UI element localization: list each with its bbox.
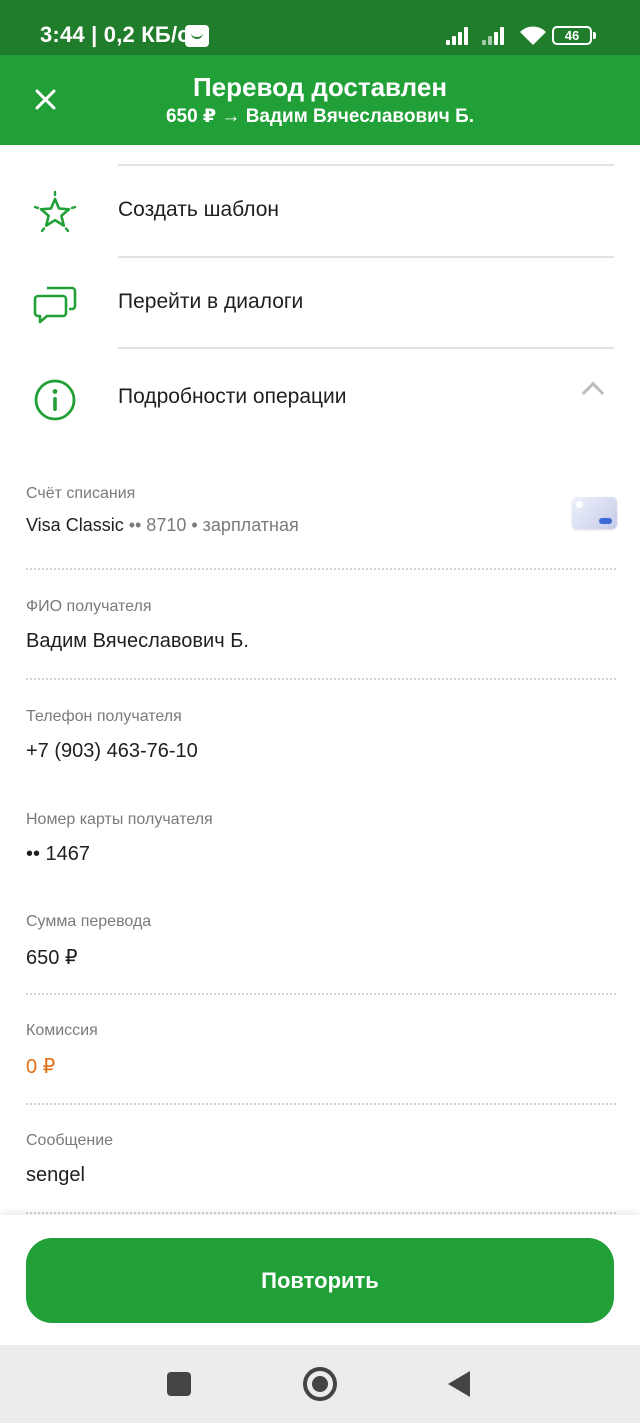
page-subtitle: 650 ₽ → Вадим Вячеславович Б.: [165, 106, 475, 127]
debit-account: Счёт списания Visa Classic •• 8710 • зар…: [26, 485, 616, 536]
repeat-button[interactable]: Повторить: [26, 1238, 614, 1323]
back-icon[interactable]: [448, 1371, 470, 1397]
transfer-amount: Сумма перевода 650 ₽: [26, 913, 616, 970]
action-label: Перейти в диалоги: [118, 290, 304, 313]
message: Сообщение sengel: [26, 1132, 616, 1187]
close-icon[interactable]: [25, 79, 67, 121]
divider: [26, 993, 616, 995]
chat-icon: [33, 286, 77, 324]
detail-label: Счёт списания: [26, 485, 136, 502]
divider: [26, 1212, 616, 1214]
detail-label: Сумма перевода: [26, 913, 152, 930]
divider: [26, 568, 616, 570]
star-icon: [33, 190, 77, 233]
card-icon: [572, 497, 617, 529]
page-title: Перевод доставлен: [192, 72, 448, 102]
status-bar: 3:44 | 0,2 КБ/с 46: [0, 0, 640, 55]
detail-label: Номер карты получателя: [26, 811, 213, 828]
detail-label: ФИО получателя: [26, 598, 152, 615]
detail-value: +7 (903) 463-76-10: [26, 740, 198, 762]
detail-value: sengel: [26, 1164, 85, 1186]
cell-signal-icon: [446, 27, 474, 45]
detail-label: Комиссия: [26, 1022, 98, 1039]
card-name: Visa Classic: [26, 515, 124, 535]
system-navigation-bar: [0, 1345, 640, 1423]
cell-signal-icon: [482, 27, 510, 45]
recipient-name: ФИО получателя Вадим Вячеславович Б.: [26, 598, 616, 653]
card-type: • зарплатная: [186, 515, 299, 535]
detail-label: Телефон получателя: [26, 708, 182, 725]
action-label: Подробности операции: [118, 385, 347, 408]
divider: [26, 678, 616, 680]
recipient-phone: Телефон получателя +7 (903) 463-76-10: [26, 708, 616, 763]
status-time: 3:44 | 0,2 КБ/с: [40, 22, 190, 47]
action-label: Создать шаблон: [118, 198, 280, 221]
go-to-dialogs-button[interactable]: Перейти в диалоги: [0, 257, 640, 347]
detail-label: Сообщение: [26, 1132, 114, 1149]
recents-icon[interactable]: [167, 1372, 191, 1396]
commission: Комиссия 0 ₽: [26, 1022, 616, 1079]
home-icon[interactable]: [303, 1367, 337, 1401]
divider: [26, 1103, 616, 1105]
create-template-button[interactable]: Создать шаблон: [0, 165, 640, 255]
recipient-card: Номер карты получателя •• 1467: [26, 811, 616, 866]
card-number: •• 8710: [123, 515, 187, 535]
shopping-bag-icon: [185, 25, 209, 47]
header: Перевод доставлен 650 ₽ → Вадим Вячеслав…: [0, 55, 640, 145]
operation-details-toggle[interactable]: Подробности операции: [0, 352, 640, 442]
detail-value: Вадим Вячеславович Б.: [26, 630, 249, 652]
detail-value: Visa Classic •• 8710 • зарплатная: [26, 515, 616, 536]
wifi-icon: [520, 26, 546, 45]
detail-value: •• 1467: [26, 843, 91, 865]
detail-value: 650 ₽: [26, 947, 78, 969]
battery-icon: 46: [552, 26, 596, 45]
divider: [118, 347, 614, 349]
info-icon: [34, 379, 76, 421]
detail-value: 0 ₽: [26, 1056, 56, 1078]
